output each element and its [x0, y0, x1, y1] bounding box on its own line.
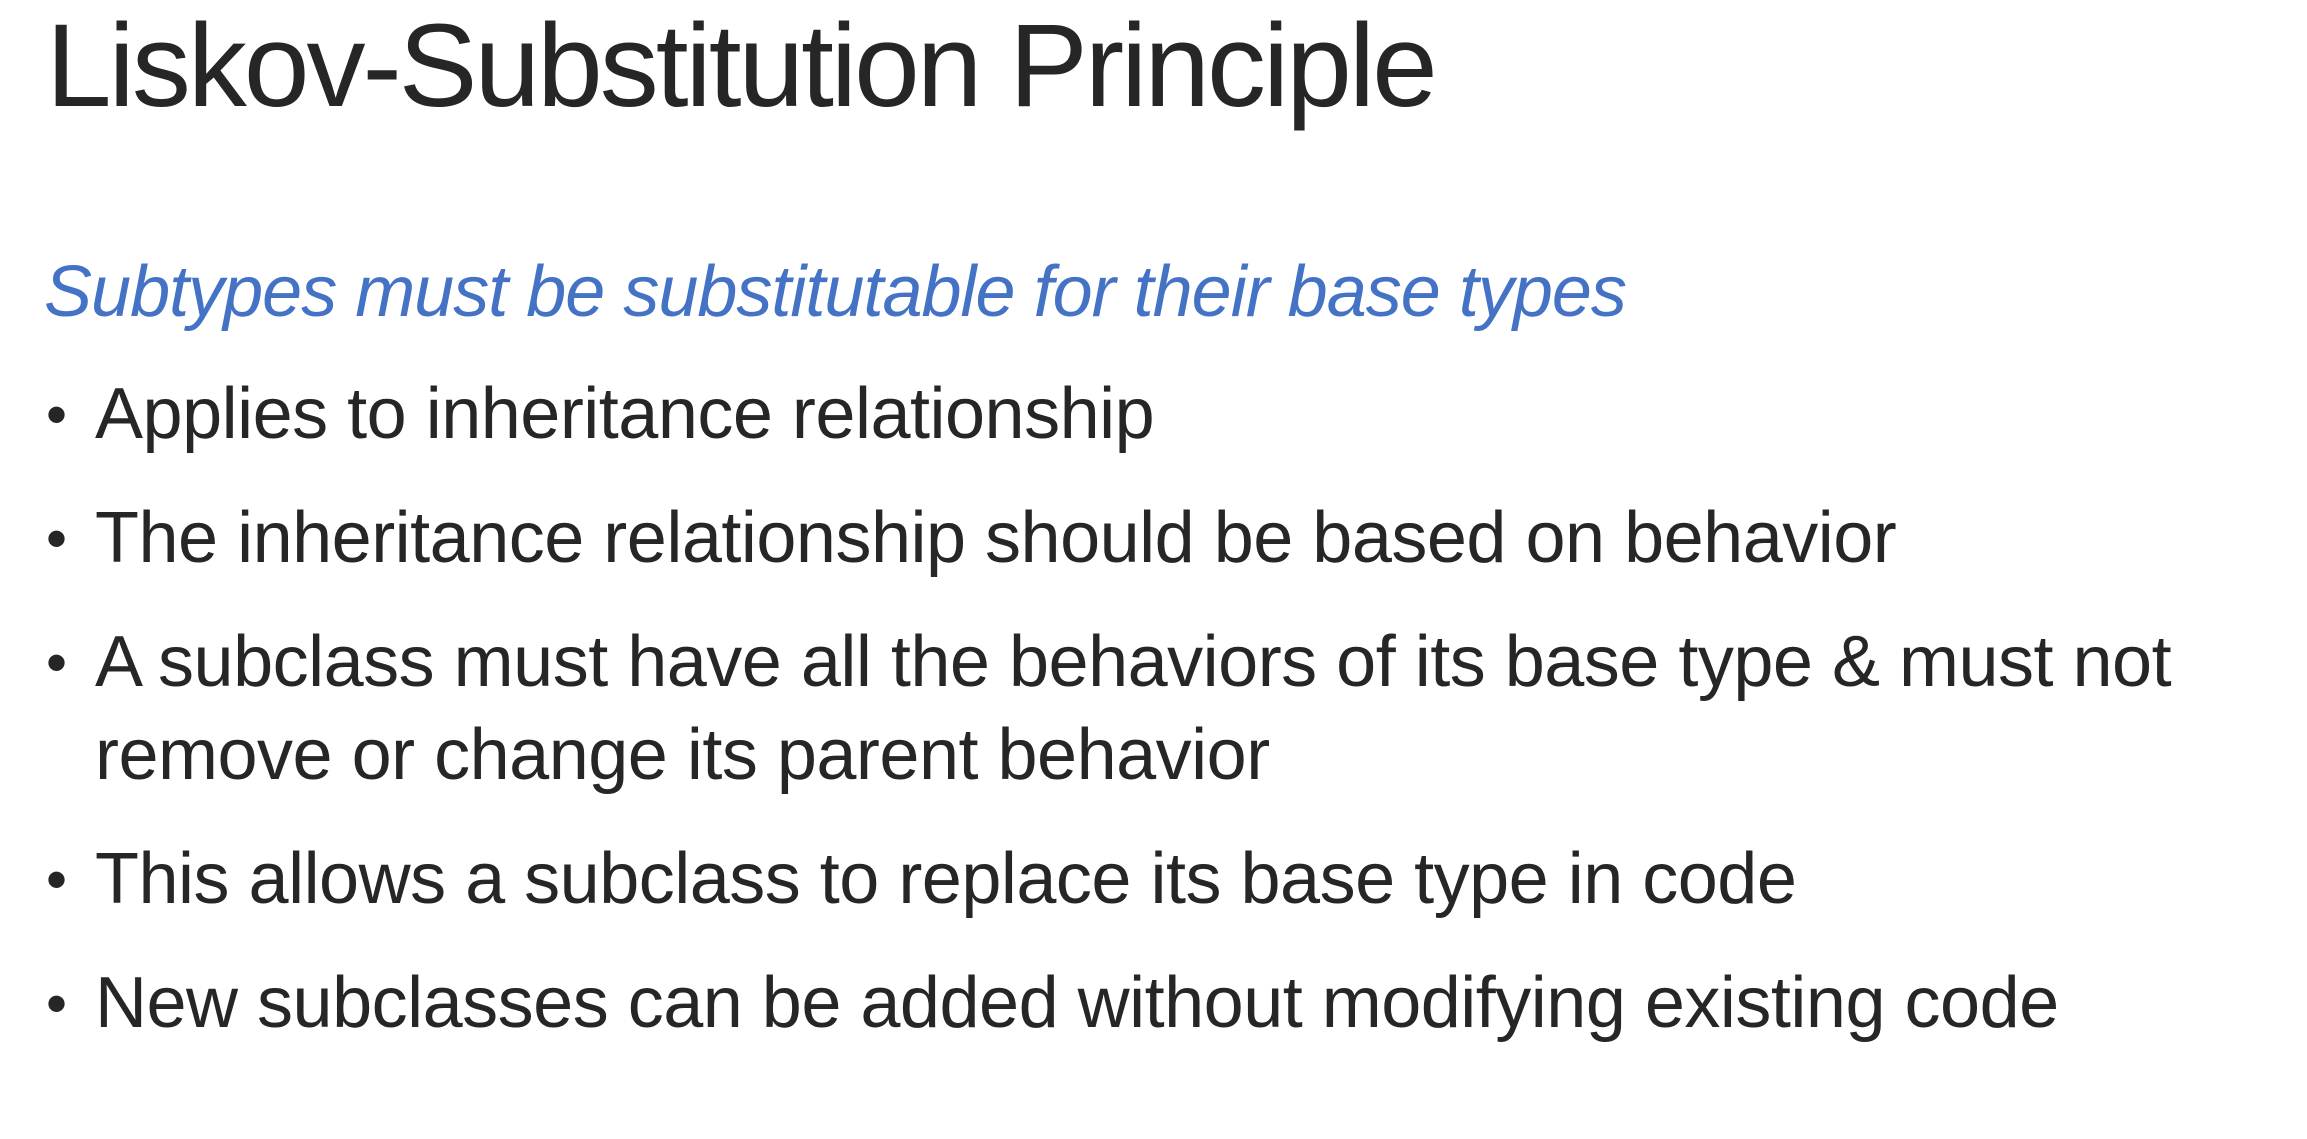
bullet-text: New subclasses can be added without modi…: [95, 963, 2059, 1043]
bullet-icon: •: [46, 970, 67, 1037]
bullet-text: Applies to inheritance relationship: [95, 374, 1155, 454]
bullet-icon: •: [46, 629, 67, 696]
bullet-text: The inheritance relationship should be b…: [95, 498, 1897, 578]
bullet-icon: •: [46, 846, 67, 913]
bullet-item: • New subclasses can be added without mod…: [46, 957, 2266, 1050]
bullet-list: • Applies to inheritance relationship • Th…: [46, 368, 2266, 1081]
bullet-item: • A subclass must have all the behaviors …: [46, 616, 2266, 802]
bullet-text: A subclass must have all the behaviors o…: [95, 622, 2172, 795]
slide-subtitle: Subtypes must be substitutable for their…: [44, 252, 1627, 332]
bullet-icon: •: [46, 381, 67, 448]
bullet-text: This allows a subclass to replace its ba…: [95, 839, 1797, 919]
bullet-item: • The inheritance relationship should be …: [46, 492, 2266, 585]
slide-title: Liskov-Substitution Principle: [46, 0, 1438, 132]
bullet-item: • Applies to inheritance relationship: [46, 368, 2266, 461]
bullet-icon: •: [46, 505, 67, 572]
bullet-item: • This allows a subclass to replace its b…: [46, 833, 2266, 926]
